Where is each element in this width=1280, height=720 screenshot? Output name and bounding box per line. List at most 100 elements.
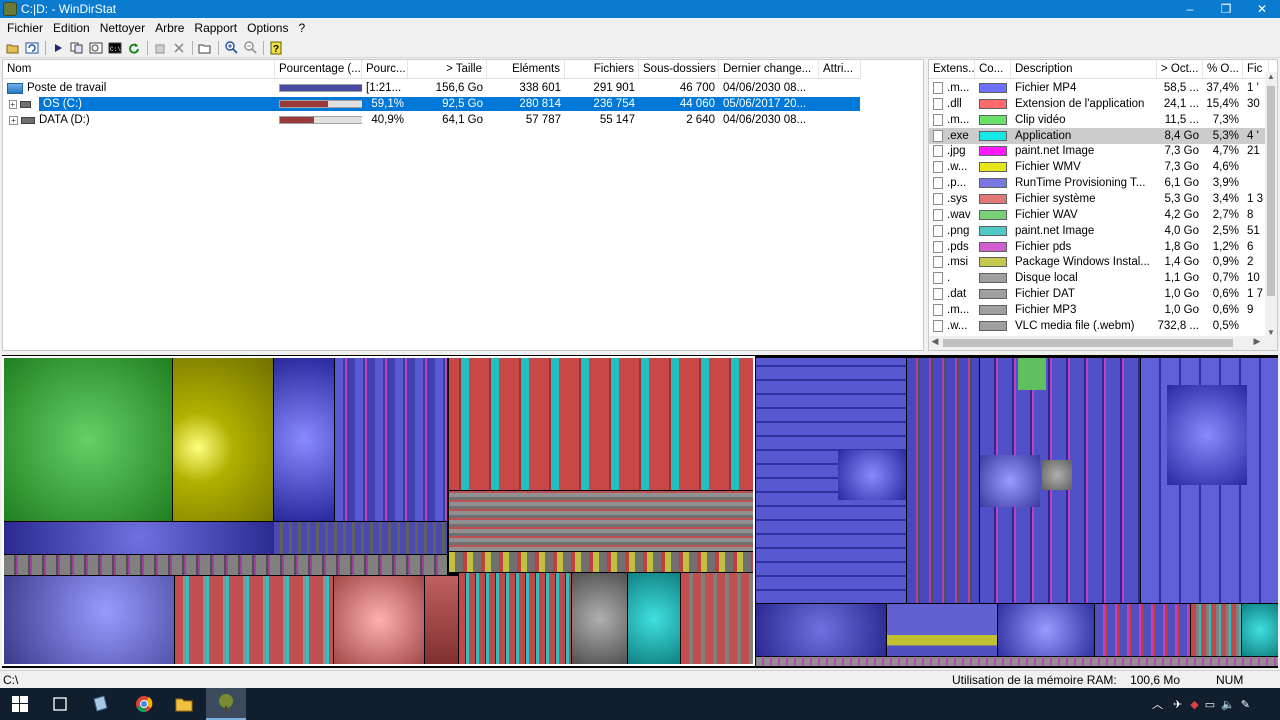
treemap-view[interactable] — [2, 355, 1278, 668]
menu-options[interactable]: Options — [242, 21, 293, 35]
tree-row-poste-de-travail[interactable]: Poste de travail [1:21... 156,6 Go 338 6… — [3, 80, 819, 96]
play-icon[interactable] — [49, 40, 67, 56]
bytes-percent: 3,9% — [1212, 177, 1239, 190]
delete-icon[interactable] — [170, 40, 188, 56]
treemap-tile[interactable] — [887, 604, 997, 656]
tree-row-data-d[interactable]: + DATA (D:) 40,9% 64,1 Go 57 787 55 147 … — [3, 112, 819, 128]
col-bytes[interactable]: > Oct... — [1157, 60, 1203, 79]
col-percentage-bar[interactable]: Pourcentage (... — [275, 60, 362, 79]
expand-toggle[interactable]: + — [9, 115, 18, 125]
treemap-tile[interactable] — [1191, 604, 1241, 656]
menu-fichier[interactable]: Fichier — [2, 21, 48, 35]
extension-row[interactable]: .wav Fichier WAV 4,2 Go 2,7% 8 — [929, 207, 1269, 223]
volume-icon[interactable]: 🔈 — [1221, 698, 1235, 711]
scroll-left-icon[interactable]: ◀ — [929, 336, 941, 350]
extension-row[interactable]: .p... RunTime Provisioning T... 6,1 Go 3,9% — [929, 175, 1269, 191]
refresh-all-icon[interactable] — [23, 40, 41, 56]
horizontal-scrollbar[interactable]: ◀ ▶ — [929, 336, 1277, 350]
windirstat-taskbar-icon[interactable] — [206, 688, 246, 720]
extension-row[interactable]: .sys Fichier système 5,3 Go 3,4% 1 3 — [929, 191, 1269, 207]
zoom-in-icon[interactable] — [222, 40, 240, 56]
task-view-icon[interactable] — [40, 688, 80, 720]
scroll-right-icon[interactable]: ▶ — [1251, 336, 1263, 350]
extension-row[interactable]: .dll Extension de l'application 24,1 ... 15… — [929, 96, 1269, 112]
extension-row[interactable]: .m... Fichier MP4 58,5 ... 37,4% 1 ' — [929, 80, 1269, 96]
scroll-up-icon[interactable]: ▲ — [1265, 72, 1277, 84]
col-last-change[interactable]: Dernier change... — [719, 60, 819, 79]
treemap-tile[interactable] — [1167, 385, 1247, 485]
bytes-percent: 0,6% — [1212, 303, 1239, 316]
extension-row[interactable]: .png paint.net Image 4,0 Go 2,5% 51 — [929, 223, 1269, 239]
extension-row[interactable]: .m... Clip vidéo 11,5 ... 7,3% — [929, 112, 1269, 128]
extension-list-panel[interactable]: Extens... Co... Description > Oct... % O… — [928, 59, 1278, 351]
col-attributes[interactable]: Attri... — [819, 60, 861, 79]
battery-icon[interactable]: ▭ — [1205, 698, 1215, 711]
col-files[interactable]: Fichiers — [565, 60, 639, 79]
expand-toggle[interactable]: + — [9, 99, 17, 109]
minimize-button[interactable]: – — [1172, 0, 1208, 18]
col-extension[interactable]: Extens... — [929, 60, 975, 79]
open-icon[interactable] — [4, 40, 22, 56]
description: VLC media file (.webm) — [1015, 319, 1135, 332]
treemap-tile[interactable] — [838, 450, 906, 500]
bytes-percent: 0,9% — [1212, 256, 1239, 269]
extension-row[interactable]: .w... Fichier WMV 7,3 Go 4,6% — [929, 159, 1269, 175]
treemap-tile[interactable] — [756, 604, 886, 656]
drive-icon — [21, 116, 35, 124]
network-icon[interactable]: ✈ — [1173, 698, 1182, 711]
recycle-icon[interactable] — [151, 40, 169, 56]
copy-path-icon[interactable] — [68, 40, 86, 56]
extension-row[interactable]: . Disque local 1,1 Go 0,7% 10 — [929, 270, 1269, 286]
treemap-tile[interactable] — [1242, 604, 1278, 656]
pen-icon[interactable]: ✎ — [1241, 698, 1250, 711]
extension-row[interactable]: .w... VLC media file (.webm) 732,8 ... 0,5% — [929, 318, 1269, 334]
col-color[interactable]: Co... — [975, 60, 1011, 79]
close-button[interactable]: ✕ — [1244, 0, 1280, 18]
bytes: 58,5 ... — [1163, 82, 1199, 94]
directory-tree-panel[interactable]: Nom Pourcentage (... Pourc... > Taille E… — [2, 59, 924, 351]
menu-arbre[interactable]: Arbre — [150, 21, 189, 35]
scroll-thumb[interactable] — [1267, 86, 1275, 296]
treemap-tile[interactable] — [1018, 358, 1046, 390]
notepad-icon[interactable] — [80, 688, 120, 720]
maximize-button[interactable]: ❐ — [1208, 0, 1244, 18]
col-items[interactable]: Eléments — [487, 60, 565, 79]
extension-row[interactable]: .pds Fichier pds 1,8 Go 1,2% 6 — [929, 239, 1269, 255]
explorer-icon[interactable] — [87, 40, 105, 56]
refresh-icon[interactable] — [125, 40, 143, 56]
new-folder-icon[interactable] — [196, 40, 214, 56]
cmd-icon[interactable]: C:\ — [106, 40, 124, 56]
help-icon[interactable]: ? — [267, 40, 285, 56]
menu-nettoyer[interactable]: Nettoyer — [95, 21, 150, 35]
treemap-tile[interactable] — [907, 358, 979, 603]
hscroll-thumb[interactable] — [943, 339, 1233, 347]
extension-row[interactable]: .jpg paint.net Image 7,3 Go 4,7% 21 — [929, 143, 1269, 159]
extension-row[interactable]: .m... Fichier MP3 1,0 Go 0,6% 9 — [929, 302, 1269, 318]
tree-row-os-c[interactable]: + OS (C:) 59,1% 92,5 Go 280 814 236 754 … — [3, 96, 860, 112]
menu-rapport[interactable]: Rapport — [189, 21, 242, 35]
treemap-tile[interactable] — [1042, 460, 1072, 490]
menu-help[interactable]: ? — [293, 21, 310, 35]
menu-edition[interactable]: Edition — [48, 21, 95, 35]
col-bytes-percent[interactable]: % O... — [1203, 60, 1243, 79]
extension-row[interactable]: .dat Fichier DAT 1,0 Go 0,6% 1 7 — [929, 286, 1269, 302]
treemap-tile[interactable] — [980, 455, 1040, 507]
col-name[interactable]: Nom — [3, 60, 275, 79]
col-description[interactable]: Description — [1011, 60, 1157, 79]
file-explorer-icon[interactable] — [164, 688, 204, 720]
vertical-scrollbar[interactable]: ▲ ▼ — [1265, 72, 1277, 340]
app-tray-icon[interactable]: ◆ — [1190, 698, 1198, 711]
tray-chevron-icon[interactable]: ︿ — [1152, 696, 1163, 712]
col-size[interactable]: > Taille — [408, 60, 487, 79]
chrome-icon[interactable] — [124, 688, 164, 720]
col-percentage[interactable]: Pourc... — [362, 60, 408, 79]
treemap-tile[interactable] — [756, 657, 1278, 666]
windows-start-icon[interactable] — [0, 688, 40, 720]
col-subdirs[interactable]: Sous-dossiers — [639, 60, 719, 79]
zoom-out-icon[interactable] — [241, 40, 259, 56]
extension-row[interactable]: .msi Package Windows Instal... 1,4 Go 0,9% 2 — [929, 254, 1269, 270]
treemap-tile[interactable] — [998, 604, 1094, 656]
extension-row[interactable]: .exe Application 8,4 Go 5,3% 4 ' — [929, 127, 1269, 144]
treemap-tile[interactable] — [1095, 604, 1190, 656]
bytes-percent: 2,5% — [1212, 224, 1239, 237]
